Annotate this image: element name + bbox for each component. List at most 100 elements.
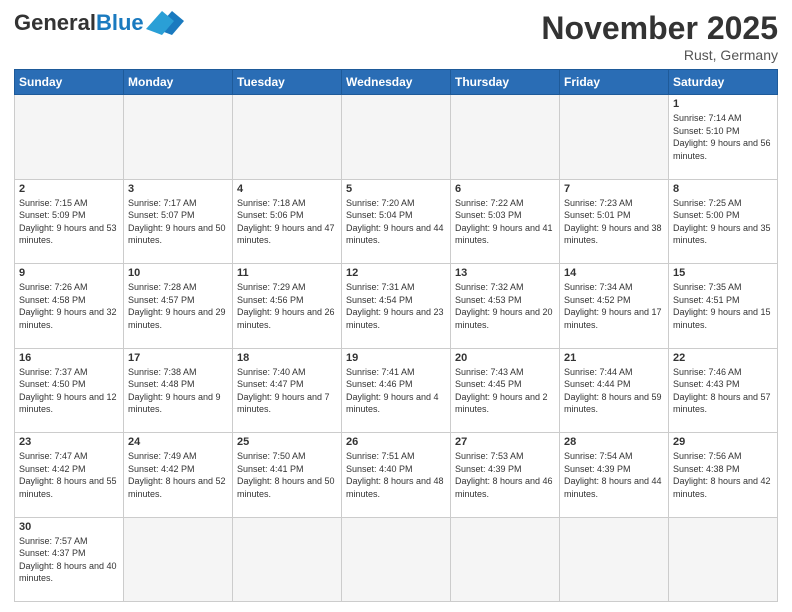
calendar-cell: 13 Sunrise: 7:32 AM Sunset: 4:53 PM Dayli…	[451, 264, 560, 349]
day-info: Sunrise: 7:50 AM Sunset: 4:41 PM Dayligh…	[237, 450, 337, 500]
day-number: 9	[19, 267, 119, 279]
day-number: 15	[673, 267, 773, 279]
calendar-cell	[124, 95, 233, 180]
day-info: Sunrise: 7:15 AM Sunset: 5:09 PM Dayligh…	[19, 197, 119, 247]
day-info: Sunrise: 7:53 AM Sunset: 4:39 PM Dayligh…	[455, 450, 555, 500]
day-number: 4	[237, 183, 337, 195]
day-number: 13	[455, 267, 555, 279]
day-number: 25	[237, 436, 337, 448]
week-row-0: 1Sunrise: 7:14 AM Sunset: 5:10 PM Daylig…	[15, 95, 778, 180]
day-info: Sunrise: 7:32 AM Sunset: 4:53 PM Dayligh…	[455, 281, 555, 331]
day-info: Sunrise: 7:17 AM Sunset: 5:07 PM Dayligh…	[128, 197, 228, 247]
header: GeneralBlue November 2025 Rust, Germany	[14, 10, 778, 63]
day-number: 17	[128, 352, 228, 364]
logo-general: General	[14, 10, 96, 35]
weekday-header-saturday: Saturday	[669, 70, 778, 95]
calendar-cell	[451, 95, 560, 180]
location: Rust, Germany	[541, 47, 778, 63]
calendar-cell	[233, 95, 342, 180]
calendar-cell: 12Sunrise: 7:31 AM Sunset: 4:54 PM Dayli…	[342, 264, 451, 349]
day-info: Sunrise: 7:22 AM Sunset: 5:03 PM Dayligh…	[455, 197, 555, 247]
day-number: 26	[346, 436, 446, 448]
weekday-header-wednesday: Wednesday	[342, 70, 451, 95]
calendar-cell	[124, 517, 233, 602]
logo-icon	[146, 7, 184, 35]
calendar-cell: 23 Sunrise: 7:47 AM Sunset: 4:42 PM Dayli…	[15, 433, 124, 518]
calendar-cell: 11 Sunrise: 7:29 AM Sunset: 4:56 PM Dayli…	[233, 264, 342, 349]
day-number: 7	[564, 183, 664, 195]
calendar-cell: 5 Sunrise: 7:20 AM Sunset: 5:04 PM Daylig…	[342, 179, 451, 264]
day-number: 3	[128, 183, 228, 195]
day-number: 2	[19, 183, 119, 195]
day-info: Sunrise: 7:20 AM Sunset: 5:04 PM Dayligh…	[346, 197, 446, 247]
day-number: 5	[346, 183, 446, 195]
weekday-header-tuesday: Tuesday	[233, 70, 342, 95]
day-info: Sunrise: 7:29 AM Sunset: 4:56 PM Dayligh…	[237, 281, 337, 331]
day-number: 28	[564, 436, 664, 448]
calendar-cell: 30 Sunrise: 7:57 AM Sunset: 4:37 PM Dayli…	[15, 517, 124, 602]
day-number: 10	[128, 267, 228, 279]
day-number: 1	[673, 98, 773, 110]
calendar-cell: 9Sunrise: 7:26 AM Sunset: 4:58 PM Daylig…	[15, 264, 124, 349]
calendar-cell: 1Sunrise: 7:14 AM Sunset: 5:10 PM Daylig…	[669, 95, 778, 180]
day-info: Sunrise: 7:47 AM Sunset: 4:42 PM Dayligh…	[19, 450, 119, 500]
calendar-cell	[669, 517, 778, 602]
day-info: Sunrise: 7:44 AM Sunset: 4:44 PM Dayligh…	[564, 366, 664, 416]
day-info: Sunrise: 7:18 AM Sunset: 5:06 PM Dayligh…	[237, 197, 337, 247]
week-row-3: 16Sunrise: 7:37 AM Sunset: 4:50 PM Dayli…	[15, 348, 778, 433]
page: GeneralBlue November 2025 Rust, Germany …	[0, 0, 792, 612]
day-number: 22	[673, 352, 773, 364]
weekday-header-friday: Friday	[560, 70, 669, 95]
day-info: Sunrise: 7:57 AM Sunset: 4:37 PM Dayligh…	[19, 535, 119, 585]
week-row-5: 30 Sunrise: 7:57 AM Sunset: 4:37 PM Dayli…	[15, 517, 778, 602]
calendar-cell: 25 Sunrise: 7:50 AM Sunset: 4:41 PM Dayli…	[233, 433, 342, 518]
day-number: 23	[19, 436, 119, 448]
logo-blue: Blue	[96, 10, 144, 35]
day-number: 11	[237, 267, 337, 279]
day-info: Sunrise: 7:38 AM Sunset: 4:48 PM Dayligh…	[128, 366, 228, 416]
calendar-cell	[233, 517, 342, 602]
calendar-cell	[342, 517, 451, 602]
day-number: 16	[19, 352, 119, 364]
day-info: Sunrise: 7:34 AM Sunset: 4:52 PM Dayligh…	[564, 281, 664, 331]
day-number: 14	[564, 267, 664, 279]
calendar-cell: 20 Sunrise: 7:43 AM Sunset: 4:45 PM Dayli…	[451, 348, 560, 433]
calendar-cell: 26 Sunrise: 7:51 AM Sunset: 4:40 PM Dayli…	[342, 433, 451, 518]
calendar-cell	[560, 517, 669, 602]
month-title: November 2025	[541, 10, 778, 47]
calendar-cell: 8 Sunrise: 7:25 AM Sunset: 5:00 PM Daylig…	[669, 179, 778, 264]
day-info: Sunrise: 7:46 AM Sunset: 4:43 PM Dayligh…	[673, 366, 773, 416]
day-info: Sunrise: 7:25 AM Sunset: 5:00 PM Dayligh…	[673, 197, 773, 247]
day-number: 29	[673, 436, 773, 448]
calendar-cell: 4 Sunrise: 7:18 AM Sunset: 5:06 PM Daylig…	[233, 179, 342, 264]
calendar-cell	[15, 95, 124, 180]
day-info: Sunrise: 7:51 AM Sunset: 4:40 PM Dayligh…	[346, 450, 446, 500]
calendar-cell	[451, 517, 560, 602]
calendar-cell: 14 Sunrise: 7:34 AM Sunset: 4:52 PM Dayli…	[560, 264, 669, 349]
day-number: 30	[19, 521, 119, 533]
day-info: Sunrise: 7:54 AM Sunset: 4:39 PM Dayligh…	[564, 450, 664, 500]
day-info: Sunrise: 7:28 AM Sunset: 4:57 PM Dayligh…	[128, 281, 228, 331]
week-row-2: 9Sunrise: 7:26 AM Sunset: 4:58 PM Daylig…	[15, 264, 778, 349]
day-number: 27	[455, 436, 555, 448]
day-info: Sunrise: 7:56 AM Sunset: 4:38 PM Dayligh…	[673, 450, 773, 500]
logo-text: GeneralBlue	[14, 10, 144, 36]
weekday-header-row: SundayMondayTuesdayWednesdayThursdayFrid…	[15, 70, 778, 95]
day-number: 21	[564, 352, 664, 364]
calendar-cell: 2 Sunrise: 7:15 AM Sunset: 5:09 PM Daylig…	[15, 179, 124, 264]
day-info: Sunrise: 7:31 AM Sunset: 4:54 PM Dayligh…	[346, 281, 446, 331]
day-number: 6	[455, 183, 555, 195]
week-row-1: 2 Sunrise: 7:15 AM Sunset: 5:09 PM Daylig…	[15, 179, 778, 264]
day-number: 20	[455, 352, 555, 364]
calendar-cell: 27 Sunrise: 7:53 AM Sunset: 4:39 PM Dayli…	[451, 433, 560, 518]
calendar-cell: 10 Sunrise: 7:28 AM Sunset: 4:57 PM Dayli…	[124, 264, 233, 349]
calendar-cell: 17 Sunrise: 7:38 AM Sunset: 4:48 PM Dayli…	[124, 348, 233, 433]
weekday-header-sunday: Sunday	[15, 70, 124, 95]
day-info: Sunrise: 7:43 AM Sunset: 4:45 PM Dayligh…	[455, 366, 555, 416]
calendar-cell: 21 Sunrise: 7:44 AM Sunset: 4:44 PM Dayli…	[560, 348, 669, 433]
day-number: 8	[673, 183, 773, 195]
calendar-cell: 22 Sunrise: 7:46 AM Sunset: 4:43 PM Dayli…	[669, 348, 778, 433]
calendar-cell: 7Sunrise: 7:23 AM Sunset: 5:01 PM Daylig…	[560, 179, 669, 264]
logo: GeneralBlue	[14, 10, 184, 36]
calendar-cell: 28 Sunrise: 7:54 AM Sunset: 4:39 PM Dayli…	[560, 433, 669, 518]
